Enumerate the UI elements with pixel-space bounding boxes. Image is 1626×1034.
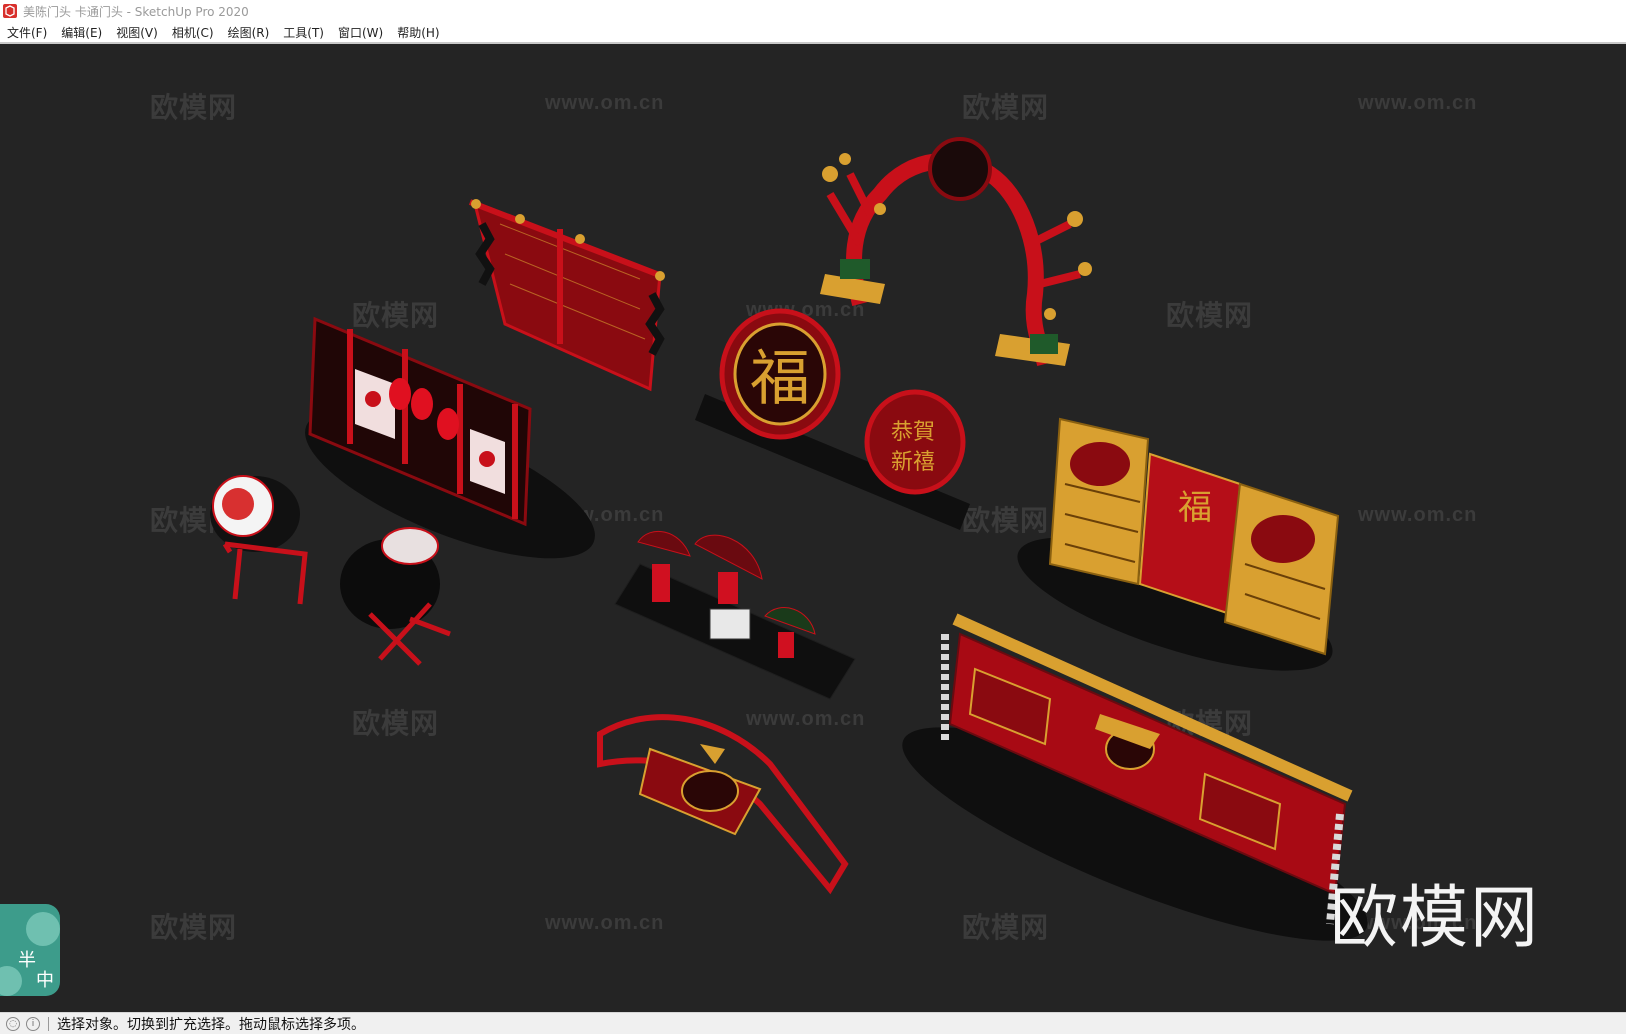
menu-bar: 文件(F) 编辑(E) 视图(V) 相机(C) 绘图(R) 工具(T) 窗口(W…: [0, 22, 1626, 44]
model-viewport[interactable]: 欧模网 www.om.cn 欧模网 www.om.cn 欧模网 www.om.c…: [0, 44, 1626, 1012]
title-bar: 美陈门头 卡通门头 - SketchUp Pro 2020: [0, 0, 1626, 22]
status-bar: ◌ i 选择对象。切换到扩充选择。拖动鼠标选择多项。: [0, 1012, 1626, 1034]
menu-camera[interactable]: 相机(C): [165, 24, 221, 41]
status-separator: [48, 1016, 49, 1031]
menu-view[interactable]: 视图(V): [109, 24, 165, 41]
fan-display-table-model[interactable]: [614, 531, 856, 700]
menu-draw[interactable]: 绘图(R): [221, 24, 277, 41]
menu-tools[interactable]: 工具(T): [276, 24, 331, 41]
badge-char-2: 中: [36, 970, 54, 991]
watermark-big-logo: 欧模网: [1330, 879, 1541, 958]
menu-file[interactable]: 文件(F): [0, 24, 54, 41]
fu-sign-model[interactable]: 福 恭賀 新禧: [695, 308, 970, 530]
status-text: 选择对象。切换到扩充选择。拖动鼠标选择多项。: [57, 1016, 365, 1033]
lantern-gate-model[interactable]: [288, 316, 613, 588]
folding-screen-model[interactable]: 福: [1004, 417, 1346, 698]
info-icon[interactable]: i: [26, 1016, 40, 1031]
badge-char-1: 半: [18, 950, 36, 971]
window-title: 美陈门头 卡通门头 - SketchUp Pro 2020: [23, 4, 249, 19]
fu-panel-character: 福: [1178, 488, 1212, 528]
menu-help[interactable]: 帮助(H): [390, 24, 446, 41]
new-year-banner-gate-model[interactable]: [883, 613, 1388, 979]
menu-edit[interactable]: 编辑(E): [54, 24, 109, 41]
geo-location-icon[interactable]: ◌: [6, 1016, 20, 1031]
fan-arch-gate-model[interactable]: [597, 714, 849, 895]
menu-window[interactable]: 窗口(W): [331, 24, 390, 41]
drum-right-model[interactable]: [340, 527, 451, 666]
corner-badge: 半 中: [0, 904, 60, 996]
sketchup-logo-icon: [3, 4, 17, 18]
lattice-backdrop-model[interactable]: [468, 199, 665, 392]
gongxi-text: 恭賀: [891, 420, 935, 445]
plum-tree-arch-model[interactable]: [820, 137, 1092, 367]
drum-left-model[interactable]: [210, 475, 308, 605]
xinxi-text: 新禧: [891, 450, 935, 475]
fu-character: 福: [750, 344, 810, 414]
